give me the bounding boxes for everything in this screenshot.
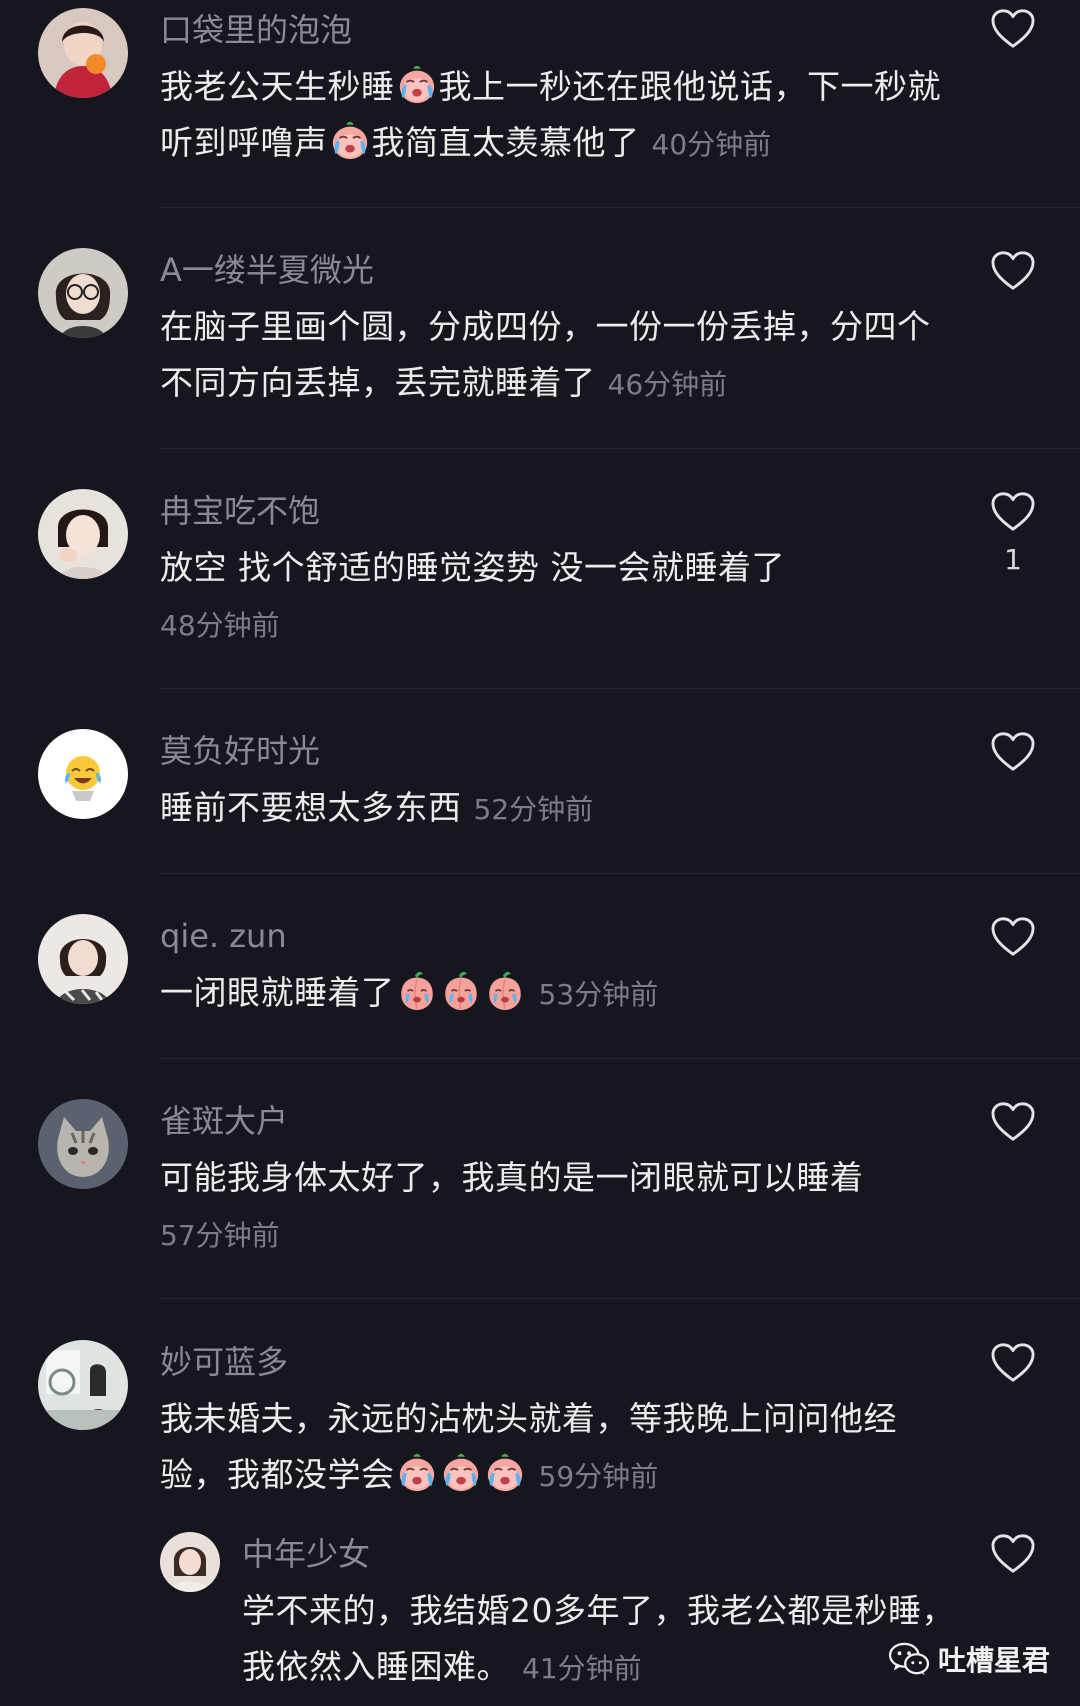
- timestamp: 40分钟前: [651, 128, 772, 161]
- like-heart-icon[interactable]: [990, 1101, 1036, 1143]
- watermark-text: 吐槽星君: [938, 1644, 1051, 1677]
- watermark: 吐槽星君: [888, 1636, 1050, 1682]
- username[interactable]: A一缕半夏微光: [160, 252, 374, 288]
- like-heart-icon[interactable]: [990, 1342, 1036, 1384]
- peach-crying-emoji-icon: [484, 970, 526, 1012]
- comment-text: 在脑子里画个圆，分成四份，一份一份丢掉，分四个不同方向丢掉，丢完就睡着了 46分钟…: [160, 299, 960, 413]
- timestamp: 41分钟前: [522, 1652, 642, 1685]
- like-heart-icon[interactable]: [990, 1533, 1036, 1575]
- username[interactable]: 雀斑大户: [160, 1103, 288, 1139]
- peach-crying-emoji-icon: [396, 970, 438, 1012]
- username[interactable]: 妙可蓝多: [160, 1344, 288, 1380]
- divider: [160, 1058, 1080, 1059]
- username[interactable]: 冉宝吃不饱: [160, 493, 320, 529]
- divider: [160, 448, 1080, 449]
- comment-text-part: 在脑子里画个圆，分成四份，一份一份丢掉，分四个不同方向丢掉，丢完就睡着了: [160, 307, 931, 402]
- timestamp: 53分钟前: [538, 978, 659, 1011]
- divider: [160, 207, 1080, 208]
- comment-text-part: 我简直太羡慕他了: [371, 123, 640, 162]
- like-heart-icon[interactable]: [990, 491, 1036, 533]
- timestamp: 59分钟前: [538, 1460, 659, 1493]
- comment-text-part: 放空 找个舒适的睡觉姿势 没一会就睡着了: [160, 548, 785, 587]
- crying-face-emoji-icon: [396, 64, 438, 106]
- like-count: 1: [1004, 543, 1022, 576]
- comment-text: 我未婚夫，永远的沾枕头就着，等我晚上问问他经验，我都没学会 59分钟前: [160, 1391, 960, 1505]
- avatar-room-photo-icon[interactable]: [38, 1340, 128, 1430]
- comment-text: 我老公天生秒睡 我上一秒还在跟他说话，下一秒就听到呼噜声 我简直太羡慕他了 40分钟前: [160, 59, 960, 173]
- comment-text-part: 我未婚夫，永远的沾枕头就着，等我晚上问问他经验，我都没学会: [160, 1399, 897, 1494]
- avatar-woman-orange-icon[interactable]: [38, 8, 128, 98]
- peach-crying-emoji-icon: [440, 970, 482, 1012]
- timestamp: 57分钟前: [160, 1219, 280, 1252]
- comment-text: 睡前不要想太多东西 52分钟前: [160, 780, 960, 838]
- username[interactable]: qie. zun: [160, 918, 287, 954]
- crying-face-emoji-icon: [484, 1452, 526, 1494]
- reply-text: 学不来的，我结婚20多年了，我老公都是秒睡，我依然入睡困难。 41分钟前: [242, 1583, 982, 1697]
- timestamp: 46分钟前: [607, 368, 728, 401]
- comment-text-part: 一闭眼就睡着了: [160, 973, 395, 1012]
- divider: [160, 688, 1080, 689]
- avatar-cat-icon[interactable]: [38, 1099, 128, 1189]
- comment-text-part: 我老公天生秒睡: [160, 67, 395, 106]
- avatar-woman-portrait-icon[interactable]: [38, 914, 128, 1004]
- divider: [160, 873, 1080, 874]
- crying-face-emoji-icon: [329, 120, 371, 162]
- comment-text: 一闭眼就睡着了 53分钟前: [160, 965, 960, 1023]
- comment-text-part: 可能我身体太好了，我真的是一闭眼就可以睡着: [160, 1158, 864, 1197]
- divider: [160, 1298, 1080, 1299]
- like-heart-icon[interactable]: [990, 916, 1036, 958]
- crying-face-emoji-icon: [440, 1452, 482, 1494]
- like-heart-icon[interactable]: [990, 250, 1036, 292]
- comment-text-part: 睡前不要想太多东西: [160, 788, 462, 827]
- avatar-woman-small-icon[interactable]: [160, 1532, 220, 1592]
- timestamp: 48分钟前: [160, 609, 280, 642]
- avatar-girl-glasses-icon[interactable]: [38, 248, 128, 338]
- like-heart-icon[interactable]: [990, 8, 1036, 50]
- username[interactable]: 口袋里的泡泡: [160, 12, 352, 48]
- comment-text: 可能我身体太好了，我真的是一闭眼就可以睡着 57分钟前: [160, 1150, 960, 1264]
- avatar-girl-thinking-icon[interactable]: [38, 489, 128, 579]
- like-heart-icon[interactable]: [990, 731, 1036, 773]
- wechat-icon: [888, 1641, 930, 1677]
- username[interactable]: 中年少女: [242, 1536, 370, 1572]
- timestamp: 52分钟前: [473, 793, 594, 826]
- crying-face-emoji-icon: [396, 1452, 438, 1494]
- avatar-laughing-emoji-icon[interactable]: [38, 729, 128, 819]
- comment-text: 放空 找个舒适的睡觉姿势 没一会就睡着了 48分钟前: [160, 540, 960, 654]
- username[interactable]: 莫负好时光: [160, 733, 320, 769]
